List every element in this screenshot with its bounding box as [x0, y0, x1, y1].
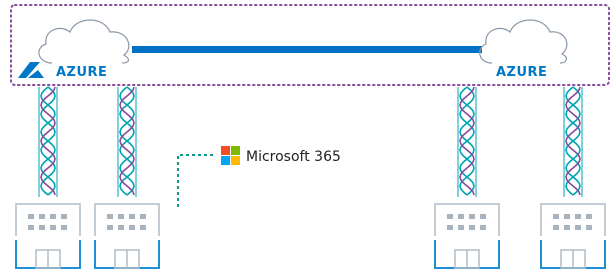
building-icon	[434, 203, 500, 269]
window	[118, 225, 124, 230]
building-icon	[540, 203, 606, 269]
window	[28, 214, 34, 219]
tunnel	[457, 86, 477, 197]
tunnel-group	[38, 86, 583, 197]
tunnel	[38, 86, 58, 197]
window	[480, 225, 486, 230]
azure-label-left: AZURE	[56, 65, 107, 80]
microsoft-365-link	[177, 154, 216, 207]
window	[564, 225, 570, 230]
window	[118, 214, 124, 219]
window	[447, 225, 453, 230]
window	[458, 225, 464, 230]
tunnel-strand	[40, 86, 56, 196]
window	[107, 225, 113, 230]
window	[50, 214, 56, 219]
window	[140, 214, 146, 219]
window	[586, 225, 592, 230]
tunnel-strand	[119, 86, 135, 196]
azure-cloud-right: AZURE	[479, 19, 568, 80]
cloud-icon	[479, 19, 568, 64]
window	[553, 225, 559, 230]
network-diagram: AZURE AZURE Microsoft 365	[10, 4, 610, 269]
azure-label-right: AZURE	[496, 65, 547, 80]
window	[39, 214, 45, 219]
window	[28, 225, 34, 230]
azure-backbone-link	[132, 46, 482, 53]
window	[107, 214, 113, 219]
tunnel	[563, 86, 583, 197]
window	[458, 214, 464, 219]
window	[129, 225, 135, 230]
window	[564, 214, 570, 219]
window	[129, 214, 135, 219]
window	[553, 214, 559, 219]
window	[480, 214, 486, 219]
window	[39, 225, 45, 230]
microsoft-logo-icon	[221, 146, 240, 165]
window	[140, 225, 146, 230]
window	[575, 214, 581, 219]
window	[586, 214, 592, 219]
cloud-icon	[38, 19, 130, 64]
window	[469, 225, 475, 230]
azure-logo-icon	[18, 62, 44, 78]
building-icon	[94, 203, 160, 269]
tunnel	[117, 86, 137, 197]
building-group	[15, 203, 606, 269]
microsoft-365-label: Microsoft 365	[246, 149, 341, 165]
tunnel-strand	[565, 86, 581, 196]
window	[447, 214, 453, 219]
azure-cloud-left: AZURE	[18, 19, 130, 80]
window	[575, 225, 581, 230]
window	[61, 214, 67, 219]
building-icon	[15, 203, 81, 269]
tunnel-strand	[459, 86, 475, 196]
window	[61, 225, 67, 230]
window	[50, 225, 56, 230]
window	[469, 214, 475, 219]
